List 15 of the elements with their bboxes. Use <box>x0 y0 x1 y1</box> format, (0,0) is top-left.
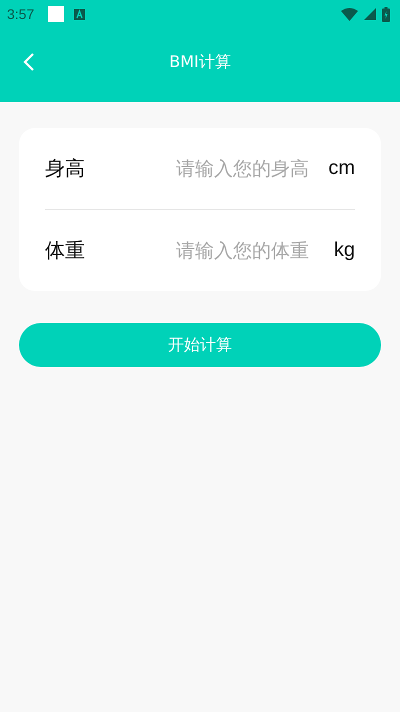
app-notification-icon <box>74 8 86 20</box>
signal-icon <box>364 8 376 20</box>
notification-icon <box>48 6 64 22</box>
unit-label: cm <box>327 157 355 180</box>
input-field[interactable]: 请输入您的身高 <box>145 158 309 180</box>
calculate-button[interactable]: 开始计算 <box>19 323 381 367</box>
field-label: 体重 <box>45 237 86 264</box>
unit-label: kg <box>332 239 355 262</box>
page-title: BMI计算 <box>169 52 231 72</box>
input-field[interactable]: 请输入您的体重 <box>145 240 309 262</box>
battery-icon <box>382 6 390 22</box>
status-time: 3:57 <box>7 6 34 22</box>
back-icon[interactable] <box>22 52 36 72</box>
field-label: 身高 <box>45 155 86 182</box>
wifi-icon <box>341 8 358 20</box>
